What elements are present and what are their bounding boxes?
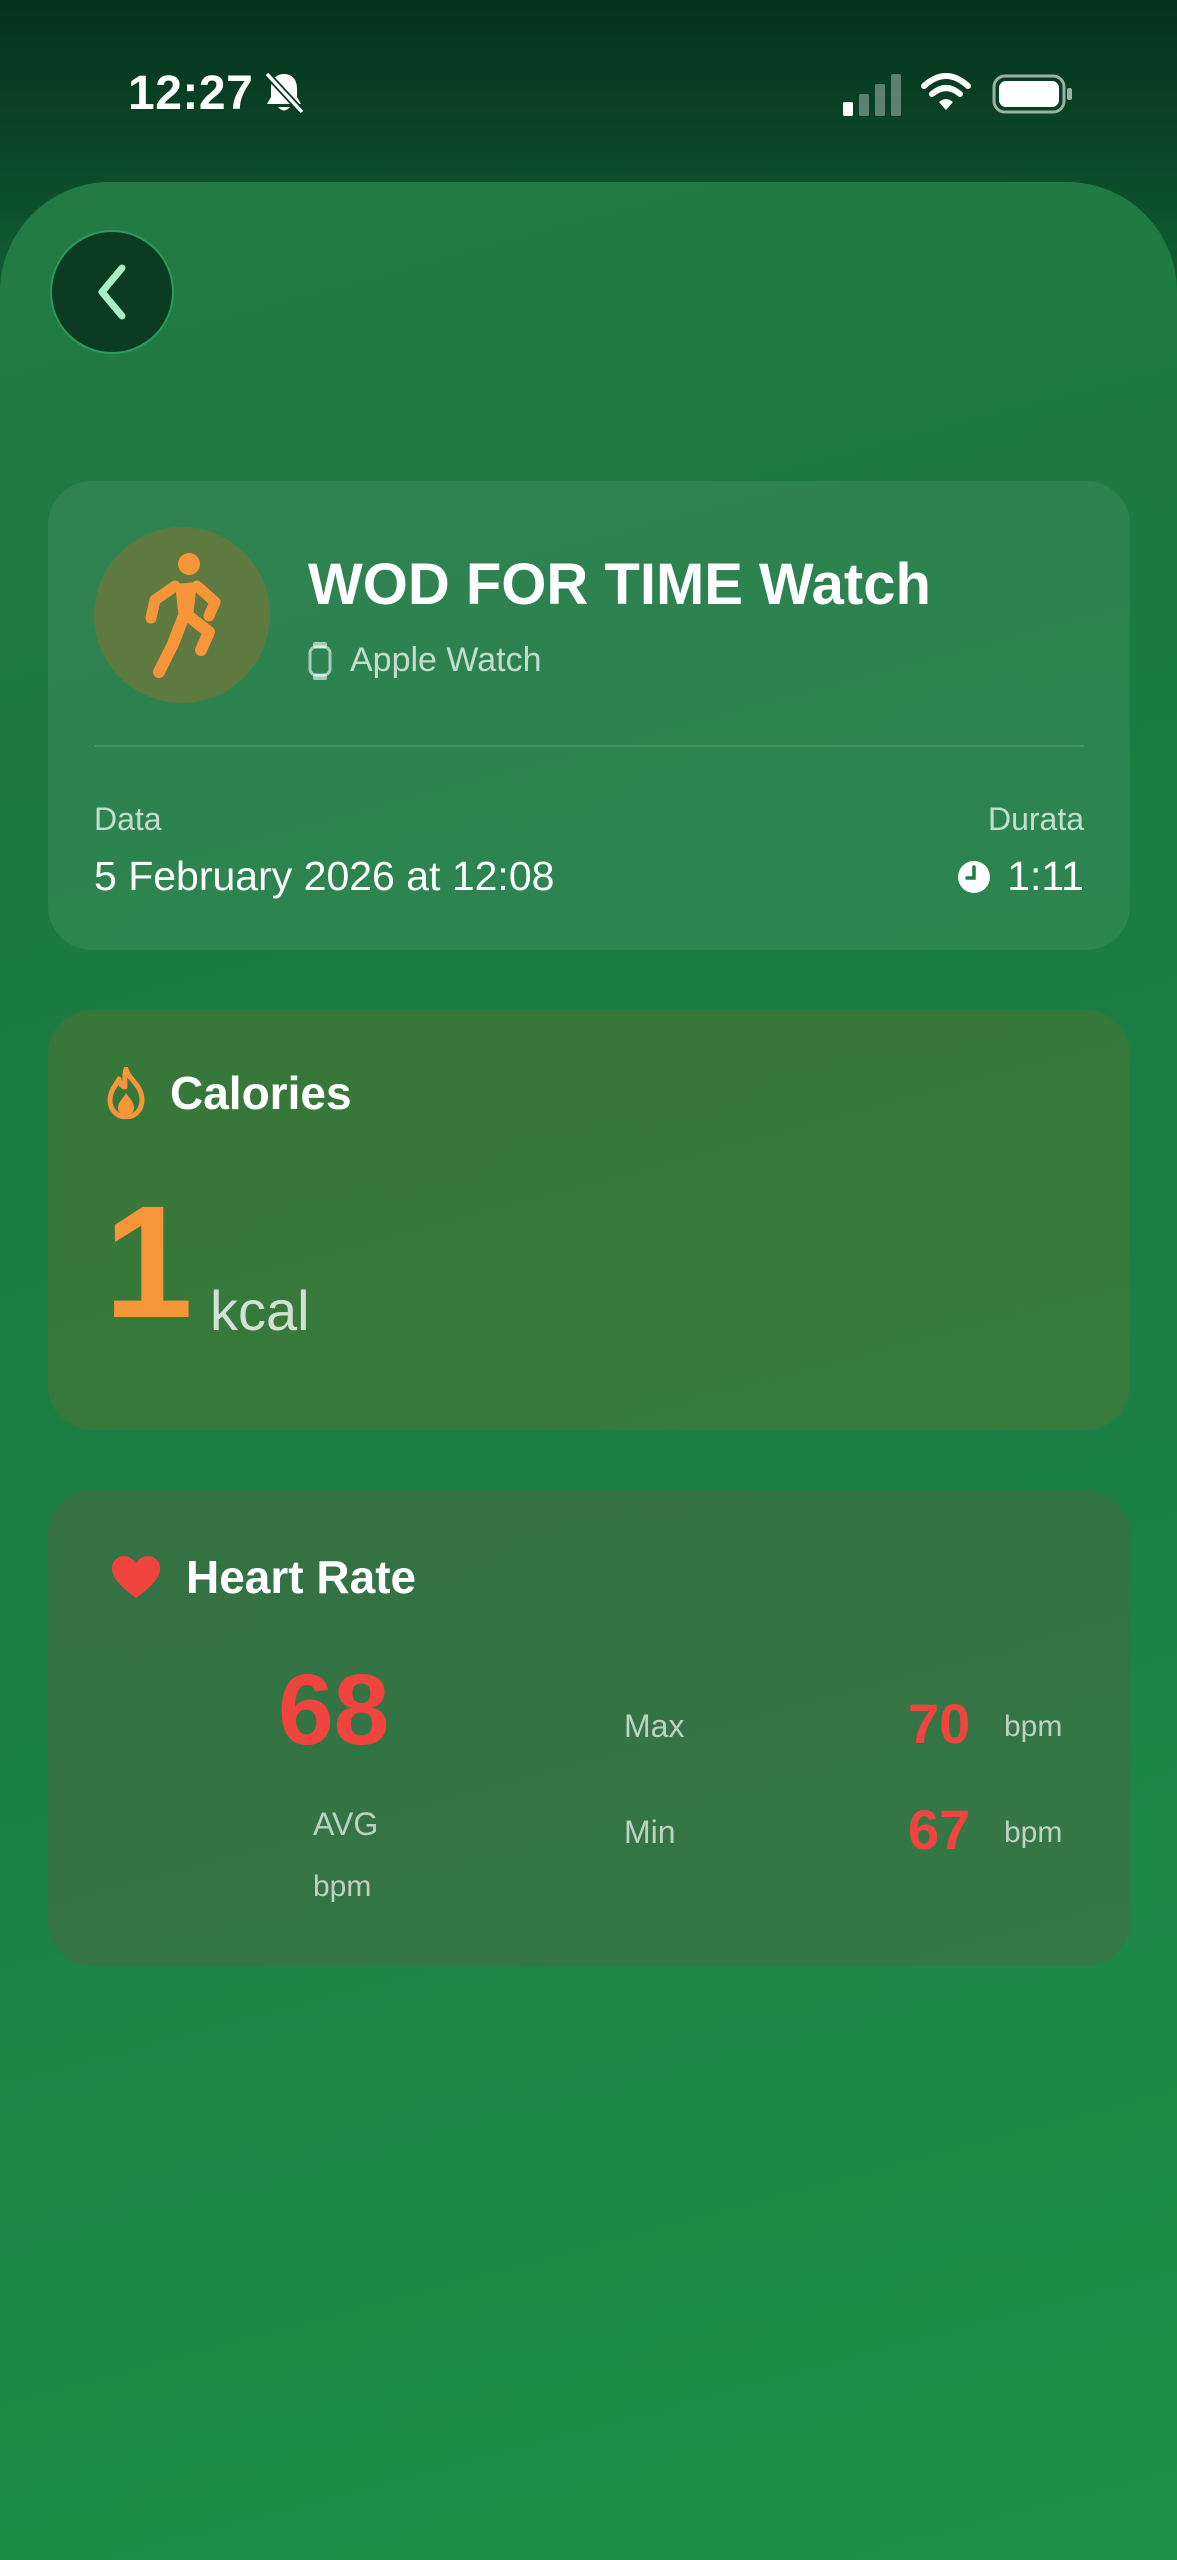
duration-value: 1:11 (1007, 853, 1084, 899)
status-time: 12:27 (128, 67, 254, 120)
heart-rate-avg-unit: bpm (313, 1870, 372, 1903)
heart-rate-avg-value: 68 (278, 1654, 390, 1766)
heart-rate-min-label: Min (624, 1814, 676, 1850)
bell-slash-icon (264, 71, 305, 115)
apple-watch-icon (308, 641, 332, 680)
back-button[interactable] (50, 230, 174, 354)
flame-icon (107, 1067, 145, 1119)
wifi-icon (921, 73, 971, 110)
calories-value: 1 (104, 1172, 193, 1351)
calories-card: Calories 1 kcal (48, 1010, 1130, 1430)
calories-title: Calories (170, 1067, 352, 1119)
calories-unit: kcal (210, 1279, 310, 1342)
battery-icon (992, 74, 1072, 114)
duration-label: Durata (987, 801, 1084, 837)
status-bar: 12:27 (0, 0, 1177, 190)
heart-rate-card: Heart Rate 68 AVG bpm Max 70 bpm Min 67 … (48, 1490, 1130, 1966)
heart-rate-header: Heart Rate (110, 1550, 416, 1604)
heart-rate-min-unit: bpm (1004, 1816, 1063, 1849)
source-label: Apple Watch (350, 641, 542, 679)
heart-rate-avg-label: AVG (313, 1806, 379, 1842)
activity-avatar (94, 527, 270, 703)
chevron-left-icon (98, 264, 126, 320)
running-figure-icon (145, 553, 221, 678)
heart-rate-max-value: 70 (908, 1692, 971, 1755)
heart-rate-title: Heart Rate (186, 1551, 417, 1603)
calories-header: Calories (106, 1066, 352, 1120)
workout-source: Apple Watch (308, 641, 542, 680)
clock-icon (958, 860, 991, 893)
heart-rate-max-unit: bpm (1004, 1710, 1063, 1743)
workout-title: WOD FOR TIME Watch (308, 552, 931, 617)
date-label: Data (94, 801, 162, 837)
divider (94, 745, 1084, 747)
cellular-signal-icon (843, 74, 901, 116)
heart-icon (112, 1556, 160, 1598)
duration-row: 1:11 (957, 853, 1084, 900)
date-value: 5 February 2026 at 12:08 (94, 853, 555, 899)
workout-summary-card: WOD FOR TIME Watch Apple Watch Data 5 Fe… (48, 481, 1130, 950)
heart-rate-max-label: Max (624, 1708, 685, 1744)
heart-rate-min-value: 67 (908, 1798, 971, 1861)
